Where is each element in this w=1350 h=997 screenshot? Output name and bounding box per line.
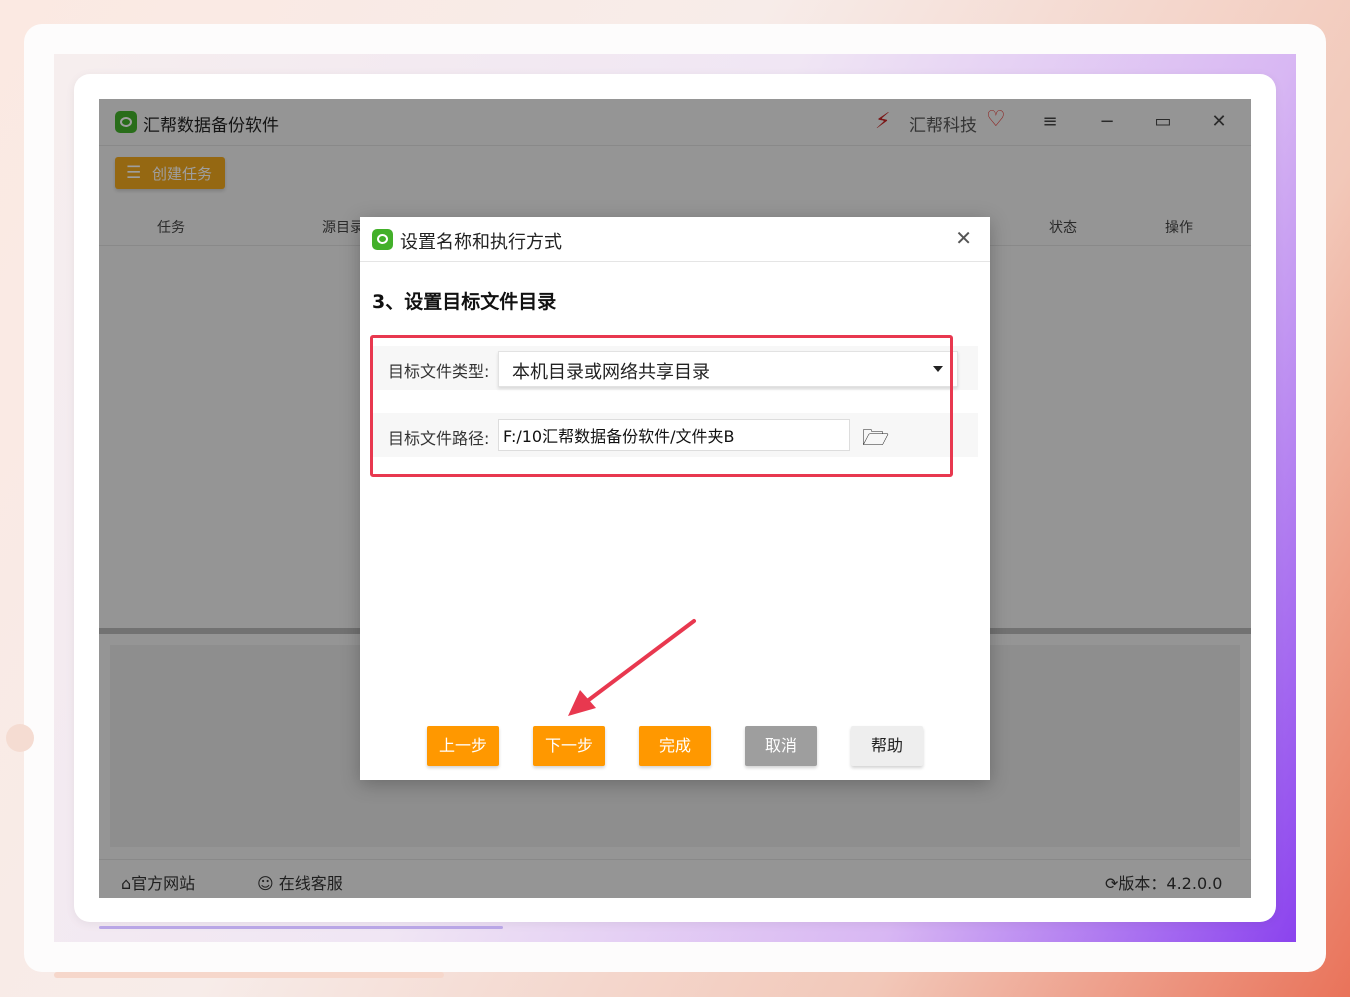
decorative-dot — [6, 724, 34, 752]
cancel-button[interactable]: 取消 — [745, 726, 817, 766]
prev-step-button[interactable]: 上一步 — [427, 726, 499, 766]
highlight-annotation — [370, 335, 953, 477]
dialog-logo-icon — [372, 229, 393, 250]
dialog-close-icon[interactable]: ✕ — [955, 226, 972, 250]
dialog-title: 设置名称和执行方式 — [400, 232, 562, 253]
finish-button[interactable]: 完成 — [639, 726, 711, 766]
decorative-bar — [54, 972, 444, 978]
step-title: 3、设置目标文件目录 — [372, 291, 557, 313]
help-button[interactable]: 帮助 — [851, 726, 923, 766]
dialog-header: 设置名称和执行方式 ✕ — [360, 217, 990, 262]
decorative-line — [99, 926, 503, 929]
next-step-button[interactable]: 下一步 — [533, 726, 605, 766]
settings-dialog: 设置名称和执行方式 ✕ 3、设置目标文件目录 目标文件类型: 本机目录或网络共享… — [360, 217, 990, 780]
